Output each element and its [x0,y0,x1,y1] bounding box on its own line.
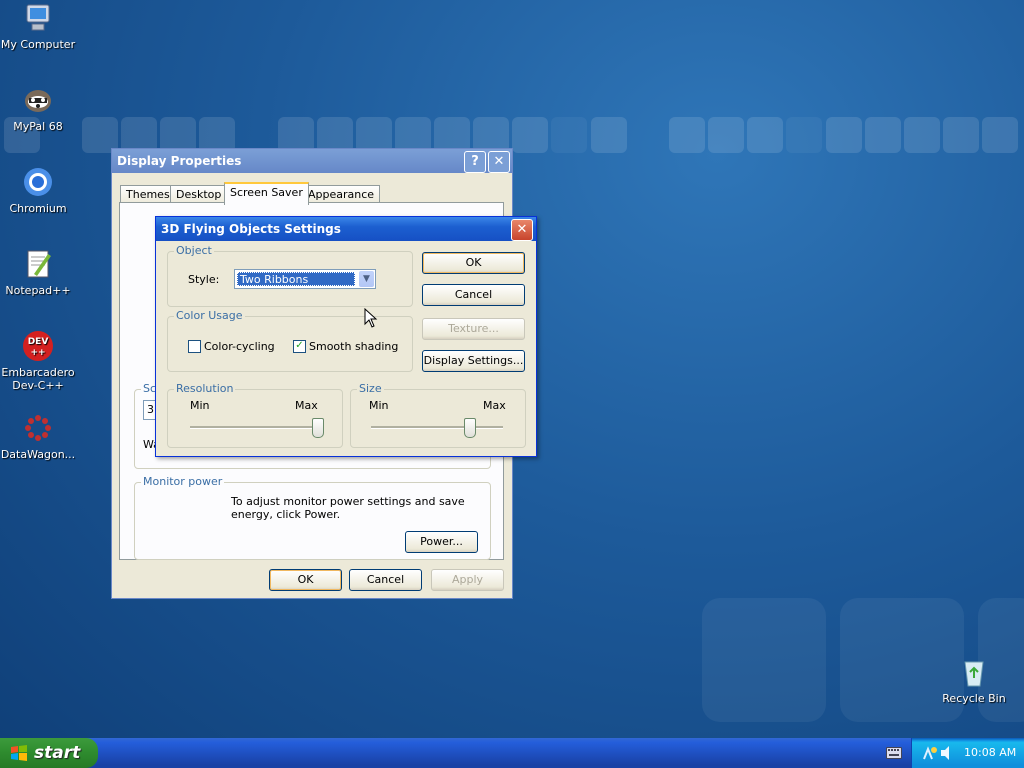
notepadpp-icon [22,248,54,280]
desktop-icon-recycle-bin[interactable]: Recycle Bin [936,656,1012,705]
close-button[interactable]: ✕ [511,219,533,241]
mypal-icon [22,84,54,116]
volume-icon[interactable] [940,745,954,761]
svg-text:++: ++ [30,348,45,358]
resolution-slider-track [190,426,318,429]
recycle-bin-icon [958,656,990,688]
resolution-max-label: Max [295,399,318,412]
background-square [702,598,826,722]
size-title: Size [357,382,384,395]
style-label: Style: [188,273,220,286]
desktop-icon-devcpp[interactable]: DEV ++ Embarcadero Dev-C++ [0,330,76,392]
apply-button[interactable]: Apply [431,569,504,591]
close-button[interactable]: ✕ [488,151,510,173]
windows-logo-icon [11,745,27,761]
texture-button[interactable]: Texture... [422,318,525,340]
keyboard-icon[interactable] [886,747,902,759]
datawagon-icon [22,412,54,444]
resolution-min-label: Min [190,399,210,412]
dialog-title: 3D Flying Objects Settings [161,222,341,236]
color-cycling-label: Color-cycling [204,340,275,353]
smooth-shading-checkbox[interactable]: ✓ [293,340,306,353]
taskbar: start 10:08 AM [0,738,1024,768]
style-value: Two Ribbons [237,272,355,286]
display-settings-button[interactable]: Display Settings... [422,350,525,372]
start-label: start [34,743,81,763]
cancel-button[interactable]: Cancel [349,569,422,591]
desktop-icon-my-computer[interactable]: My Computer [0,2,76,51]
system-tray: 10:08 AM [911,738,1024,768]
desktop-icon-notepadpp[interactable]: Notepad++ [0,248,76,297]
monitor-power-group: Monitor power To adjust monitor power se… [134,475,491,560]
desktop-icon-datawagon[interactable]: DataWagon... [0,412,76,461]
monitor-power-title: Monitor power [141,475,225,488]
start-button[interactable]: start [0,738,98,768]
chromium-icon [22,166,54,198]
ok-button[interactable]: OK [269,569,342,591]
help-button[interactable]: ? [464,151,486,173]
monitor-power-text: To adjust monitor power settings and sav… [231,495,465,521]
desktop-icon-mypal[interactable]: MyPal 68 [0,84,76,133]
chevron-down-icon[interactable]: ▼ [359,271,374,287]
size-max-label: Max [483,399,506,412]
tab-screen-saver[interactable]: Screen Saver [224,182,309,205]
desktop-icon-chromium[interactable]: Chromium [0,166,76,215]
resolution-title: Resolution [174,382,236,395]
flying-objects-titlebar[interactable]: 3D Flying Objects Settings ✕ [156,217,536,241]
ok-button[interactable]: OK [422,252,525,274]
window-title: Display Properties [117,154,242,168]
power-button[interactable]: Power... [405,531,478,553]
network-icon[interactable] [922,745,938,761]
object-group: Object Style: Two Ribbons ▼ [167,244,413,307]
size-slider-track [371,426,503,429]
devcpp-icon: DEV ++ [22,330,54,362]
flying-objects-dialog: 3D Flying Objects Settings ✕ Object Styl… [155,216,537,457]
svg-text:DEV: DEV [28,337,49,347]
display-properties-titlebar[interactable]: Display Properties ? ✕ [112,149,512,173]
computer-icon [22,2,54,34]
resolution-group: Resolution Min Max [167,382,343,448]
resolution-slider-thumb[interactable] [312,418,324,438]
cancel-button[interactable]: Cancel [422,284,525,306]
size-min-label: Min [369,399,389,412]
clock[interactable]: 10:08 AM [964,746,1016,759]
mouse-cursor-icon [364,308,378,328]
size-group: Size Min Max [350,382,526,448]
size-slider-thumb[interactable] [464,418,476,438]
color-cycling-checkbox[interactable] [188,340,201,353]
object-group-title: Object [174,244,214,257]
style-dropdown[interactable]: Two Ribbons ▼ [234,269,376,289]
smooth-shading-label: Smooth shading [309,340,399,353]
color-usage-title: Color Usage [174,309,245,322]
